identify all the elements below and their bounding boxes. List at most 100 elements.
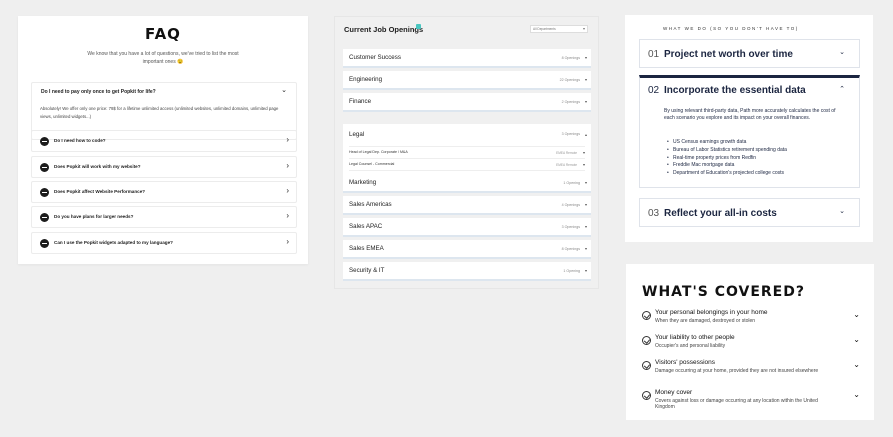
faq-question: Does Popkit affect Website Performance? (54, 189, 146, 194)
faq-item[interactable]: Does Popkit affect Website Performance? … (31, 181, 297, 203)
accordion-item[interactable]: 03 Reflect your all-in costs ⌄ (639, 198, 860, 227)
faq-subtitle: We know that you have a lot of questions… (87, 51, 239, 65)
chevron-down-icon: ⌄ (853, 310, 860, 319)
department-name: Finance (349, 98, 372, 105)
faq-item[interactable]: Can I use the Popkit widgets adapted to … (31, 232, 297, 254)
list-item: Department of Education's projected coll… (667, 170, 787, 178)
check-circle-icon (642, 311, 651, 320)
count-badge (416, 24, 421, 29)
caret-down-icon: ▾ (582, 149, 585, 155)
minus-circle-icon (40, 163, 49, 172)
department-name: Marketing (349, 179, 377, 186)
faq-title: FAQ (145, 25, 181, 43)
minus-circle-icon (40, 213, 49, 222)
accordion-item[interactable]: 01 Project net worth over time ⌄ (639, 39, 860, 68)
item-number: 01 (648, 49, 660, 60)
department-name: Customer Success (349, 54, 401, 61)
department-row[interactable]: Sales APAC 3 Openings ▾ (343, 218, 591, 237)
minus-circle-icon (40, 239, 49, 248)
faq-item[interactable]: Do you have plans for larger needs? › (31, 206, 297, 228)
coverage-heading: Your liability to other people (655, 334, 735, 341)
faq-question: Can I use the Popkit widgets adapted to … (54, 240, 173, 245)
list-item: Bureau of Labor Statistics retirement sp… (667, 147, 787, 155)
chevron-right-icon: › (286, 135, 289, 144)
opening-count: 3 Openings (561, 224, 580, 229)
coverage-description: When they are damaged, destroyed or stol… (655, 318, 756, 324)
coverage-title: WHAT'S COVERED? (642, 284, 805, 300)
chevron-down-icon: ⌄ (853, 360, 860, 369)
caret-down-icon: ▾ (584, 77, 587, 82)
chevron-down-icon: ⌄ (853, 335, 860, 344)
department-row[interactable]: Marketing 1 Opening ▾ (343, 174, 591, 193)
department-row[interactable]: Sales Americas 4 Openings ▾ (343, 196, 591, 215)
item-number: 03 (648, 208, 660, 219)
chevron-right-icon: › (286, 161, 289, 170)
minus-circle-icon (40, 137, 49, 146)
accordion-item-open[interactable]: 02 Incorporate the essential data ⌃ By u… (639, 75, 860, 188)
caret-down-icon: ▾ (582, 26, 585, 31)
opening-count: 22 Openings (559, 77, 580, 82)
faq-question: Do I need how to code? (54, 138, 106, 143)
department-name: Sales Americas (349, 201, 392, 208)
coverage-heading: Your personal belongings in your home (655, 309, 768, 316)
check-circle-icon (642, 336, 651, 345)
department-name: Engineering (349, 76, 383, 83)
minus-circle-icon (40, 188, 49, 197)
opening-count: 8 Openings (561, 246, 580, 251)
list-item: US Census earnings growth data (667, 139, 787, 147)
caret-down-icon: ▾ (582, 161, 585, 167)
faq-question: Does Popkit will work with my website? (54, 164, 141, 169)
coverage-card: WHAT'S COVERED? Your personal belongings… (626, 264, 874, 420)
chevron-down-icon: ⌄ (281, 87, 287, 94)
item-heading: Incorporate the essential data (664, 85, 806, 96)
job-title: Legal Counsel - Commercial (349, 162, 395, 166)
coverage-description: Covers against loss or damage occurring … (655, 398, 818, 410)
opening-count: 8 Openings (561, 55, 580, 60)
chevron-right-icon: › (286, 186, 289, 195)
department-row[interactable]: Engineering 22 Openings ▾ (343, 71, 591, 90)
caret-down-icon: ▾ (584, 224, 587, 229)
list-item: Real-time property prices from Redfin (667, 155, 787, 163)
job-listing[interactable]: Legal Counsel - Commercial EMEA Remote ▾ (349, 158, 585, 169)
department-row[interactable]: Finance 2 Openings ▾ (343, 93, 591, 112)
coverage-description: Occupier's and personal liability (655, 343, 726, 349)
coverage-heading: Visitors' possessions (655, 359, 716, 366)
item-heading: Project net worth over time (664, 49, 793, 60)
department-select[interactable]: All Departments ▾ (530, 25, 588, 33)
faq-question: Do you have plans for larger needs? (54, 214, 134, 219)
faq-question: Do I need to pay only once to get Popkit… (41, 89, 156, 95)
faq-answer: Absolutely! We offer only one price: 79$… (40, 106, 279, 119)
faq-item[interactable]: Does Popkit will work with my website? › (31, 156, 297, 178)
data-source-list: US Census earnings growth data Bureau of… (667, 139, 787, 178)
features-accordion-card: WHAT WE DO (SO YOU DON'T HAVE TO) 01 Pro… (625, 15, 873, 242)
department-row[interactable]: Security & IT 1 Opening ▾ (343, 262, 591, 281)
job-title: Head of Legal Dep. Corporate / M&A (349, 150, 408, 154)
caret-down-icon: ▾ (584, 180, 587, 185)
department-select-value: All Departments (533, 27, 556, 31)
chevron-right-icon: › (286, 211, 289, 220)
item-body: By using relevant third-party data, Path… (664, 108, 836, 121)
caret-down-icon: ▾ (584, 202, 587, 207)
chevron-down-icon: ⌄ (853, 390, 860, 399)
coverage-heading: Money cover (655, 389, 693, 396)
faq-item[interactable]: Do I need how to code? › (31, 130, 297, 152)
faq-card: FAQ We know that you have a lot of quest… (18, 16, 308, 264)
job-listing[interactable]: Head of Legal Dep. Corporate / M&A EMEA … (349, 146, 585, 157)
chevron-up-icon: ⌃ (839, 86, 845, 93)
chevron-right-icon: › (286, 237, 289, 246)
department-row[interactable]: Sales EMEA 8 Openings ▾ (343, 240, 591, 259)
caret-down-icon: ▾ (584, 246, 587, 251)
department-name: Security & IT (349, 267, 385, 274)
job-location: EMEA Remote (556, 150, 577, 155)
item-number: 02 (648, 85, 660, 96)
department-row[interactable]: Customer Success 8 Openings ▾ (343, 49, 591, 68)
opening-count: 2 Openings (561, 99, 580, 104)
list-item: Freddie Mac mortgage data (667, 162, 787, 170)
department-name: Legal (349, 131, 365, 138)
item-heading: Reflect your all-in costs (664, 208, 777, 219)
caret-down-icon: ▾ (584, 55, 587, 60)
chevron-down-icon: ⌄ (839, 49, 845, 56)
check-circle-icon (642, 361, 651, 370)
job-openings-card: Current Job Openings All Departments ▾ C… (334, 16, 599, 289)
opening-count: 1 Opening (563, 268, 580, 273)
